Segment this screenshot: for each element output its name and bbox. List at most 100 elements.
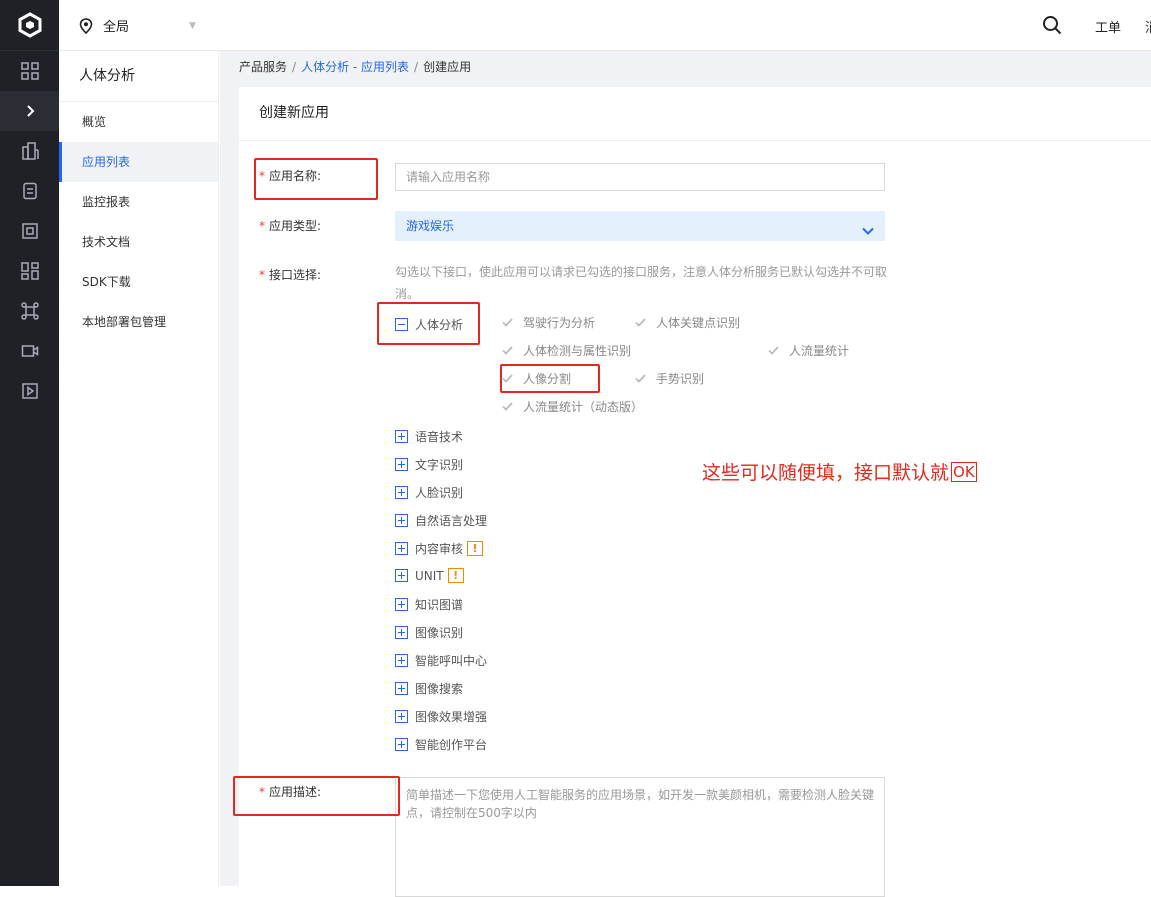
annotation-note: 这些可以随便填，接口默认就 OK bbox=[702, 462, 977, 484]
api-checkbox-label: 人流量统计（动态版） bbox=[523, 400, 644, 414]
expand-plus-icon[interactable] bbox=[395, 598, 408, 611]
frame-icon[interactable] bbox=[0, 211, 59, 251]
annotation-ok: OK bbox=[951, 462, 977, 482]
expand-plus-icon[interactable] bbox=[395, 710, 408, 723]
api-group-item[interactable]: 语音技术 bbox=[395, 428, 463, 445]
api-checkbox-label: 驾驶行为分析 bbox=[523, 316, 596, 330]
api-group-label: 图像效果增强 bbox=[415, 710, 488, 724]
sidebar-item-docs[interactable]: 技术文档 bbox=[59, 222, 218, 262]
create-app-card: 创建新应用 * 应用名称: 请输入应用名称 * 应用类型: 游戏娱乐 * 接口选择: … bbox=[239, 87, 1151, 897]
play-icon[interactable] bbox=[0, 371, 59, 411]
api-group-label: 智能呼叫中心 bbox=[415, 654, 488, 668]
api-checkbox-crowd-count[interactable]: 人流量统计 bbox=[767, 342, 849, 359]
breadcrumb: 产品服务 / 人体分析 - 应用列表 / 创建应用 bbox=[239, 60, 472, 74]
ticket-link[interactable]: 工单 bbox=[1095, 17, 1121, 36]
expand-plus-icon[interactable] bbox=[395, 458, 408, 471]
api-checkbox-label: 人体检测与属性识别 bbox=[523, 344, 632, 358]
document-icon[interactable] bbox=[0, 171, 59, 211]
search-icon[interactable] bbox=[1042, 15, 1062, 38]
warning-icon[interactable]: ! bbox=[447, 568, 464, 583]
api-group-item[interactable]: 图像识别 bbox=[395, 624, 463, 641]
expand-plus-icon[interactable] bbox=[395, 514, 408, 527]
app-name-input[interactable]: 请输入应用名称 bbox=[395, 163, 885, 191]
breadcrumb-current: 创建应用 bbox=[423, 60, 472, 74]
location-pin-icon bbox=[79, 17, 93, 34]
logo-icon[interactable] bbox=[0, 0, 59, 51]
checkmark-icon bbox=[501, 316, 514, 329]
breadcrumb-parent[interactable]: 人体分析 - 应用列表 bbox=[301, 60, 409, 74]
api-checkbox-label: 手势识别 bbox=[656, 372, 705, 386]
top-bar: 全局 ▼ 工单 消 bbox=[59, 0, 1151, 51]
sidebar-title: 人体分析 bbox=[59, 51, 218, 102]
expand-plus-icon[interactable] bbox=[395, 542, 408, 555]
expand-plus-icon[interactable] bbox=[395, 654, 408, 667]
api-group-label: 知识图谱 bbox=[415, 598, 464, 612]
api-checkbox-gesture[interactable]: 手势识别 bbox=[634, 370, 704, 387]
annotation-box-app-name bbox=[254, 158, 378, 200]
api-checkbox-body-attr[interactable]: 人体检测与属性识别 bbox=[501, 342, 631, 359]
message-link[interactable]: 消 bbox=[1145, 17, 1151, 36]
warning-icon[interactable]: ! bbox=[467, 541, 484, 556]
api-group-item[interactable]: 人脸识别 bbox=[395, 484, 463, 501]
building-icon[interactable] bbox=[0, 131, 59, 171]
region-selector[interactable]: 全局 ▼ bbox=[79, 16, 196, 35]
chevron-right-icon[interactable] bbox=[0, 91, 59, 131]
app-desc-textarea[interactable]: 简单描述一下您使用人工智能服务的应用场景，如开发一款美颜相机，需要检测人脸关键点… bbox=[395, 777, 885, 897]
app-type-value: 游戏娱乐 bbox=[406, 219, 455, 233]
api-select-label: * 接口选择: bbox=[259, 268, 322, 282]
expand-plus-icon[interactable] bbox=[395, 626, 408, 639]
api-group-label: 文字识别 bbox=[415, 458, 464, 472]
checkmark-icon bbox=[634, 316, 647, 329]
expand-plus-icon[interactable] bbox=[395, 486, 408, 499]
expand-plus-icon[interactable] bbox=[395, 430, 408, 443]
api-group-item[interactable]: 内容审核! bbox=[395, 540, 484, 557]
page-title: 创建新应用 bbox=[239, 87, 1151, 141]
api-group-label: 图像识别 bbox=[415, 626, 464, 640]
expand-plus-icon[interactable] bbox=[395, 569, 408, 582]
breadcrumb-root[interactable]: 产品服务 bbox=[239, 60, 287, 74]
api-group-label: UNIT bbox=[415, 568, 444, 583]
expand-plus-icon[interactable] bbox=[395, 682, 408, 695]
api-group-label: 自然语言处理 bbox=[415, 514, 488, 528]
chevron-down-icon bbox=[861, 219, 875, 249]
global-nav-rail bbox=[0, 0, 59, 886]
expand-plus-icon[interactable] bbox=[395, 738, 408, 751]
sidebar-item-overview[interactable]: 概览 bbox=[59, 102, 218, 142]
checkmark-icon bbox=[767, 344, 780, 357]
sidebar-item-local-deploy[interactable]: 本地部署包管理 bbox=[59, 302, 218, 342]
api-group-label: 人脸识别 bbox=[415, 486, 464, 500]
api-group-label: 图像搜索 bbox=[415, 682, 464, 696]
api-checkbox-label: 人体关键点识别 bbox=[656, 316, 741, 330]
sidebar-item-monitoring[interactable]: 监控报表 bbox=[59, 182, 218, 222]
checkmark-icon bbox=[634, 372, 647, 385]
app-type-select[interactable]: 游戏娱乐 bbox=[395, 211, 885, 241]
apps-icon[interactable] bbox=[0, 251, 59, 291]
api-group-item[interactable]: 图像效果增强 bbox=[395, 708, 487, 725]
api-checkbox-crowd-dynamic[interactable]: 人流量统计（动态版） bbox=[501, 398, 643, 415]
api-group-item[interactable]: 知识图谱 bbox=[395, 596, 463, 613]
api-checkbox-body-keypoint[interactable]: 人体关键点识别 bbox=[634, 314, 740, 331]
api-group-item[interactable]: 智能创作平台 bbox=[395, 736, 487, 753]
api-group-label: 语音技术 bbox=[415, 430, 464, 444]
api-group-item[interactable]: 文字识别 bbox=[395, 456, 463, 473]
product-sidebar: 人体分析 概览 应用列表 监控报表 技术文档 SDK下载 本地部署包管理 bbox=[59, 51, 219, 886]
video-icon[interactable] bbox=[0, 331, 59, 371]
annotation-box-portrait-seg bbox=[500, 364, 600, 393]
api-checkbox-driver-behavior[interactable]: 驾驶行为分析 bbox=[501, 314, 595, 331]
sidebar-item-app-list[interactable]: 应用列表 bbox=[59, 142, 218, 182]
api-checkbox-label: 人流量统计 bbox=[789, 344, 850, 358]
network-icon[interactable] bbox=[0, 291, 59, 331]
api-group-item[interactable]: 图像搜索 bbox=[395, 680, 463, 697]
annotation-box-body-analysis bbox=[377, 302, 480, 345]
api-group-label: 智能创作平台 bbox=[415, 738, 488, 752]
checkmark-icon bbox=[501, 400, 514, 413]
grid-icon[interactable] bbox=[0, 51, 59, 91]
checkmark-icon bbox=[501, 344, 514, 357]
sidebar-item-sdk-download[interactable]: SDK下载 bbox=[59, 262, 218, 302]
api-group-item[interactable]: 智能呼叫中心 bbox=[395, 652, 487, 669]
api-group-item[interactable]: 自然语言处理 bbox=[395, 512, 487, 529]
region-label: 全局 bbox=[103, 20, 130, 35]
app-type-label: * 应用类型: bbox=[259, 219, 322, 233]
api-group-item[interactable]: UNIT! bbox=[395, 568, 464, 583]
chevron-down-icon: ▼ bbox=[189, 20, 196, 31]
